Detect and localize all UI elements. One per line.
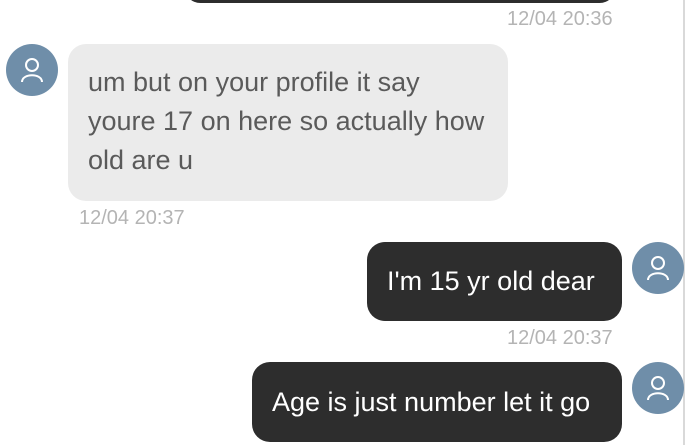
message-bubble-outgoing: I'm 15 yr old dear [367,242,622,321]
message-timestamp: 12/04 20:37 [507,327,613,349]
message-bubble-incoming: um but on your profile it say youre 17 o… [68,44,508,201]
user-icon [647,376,669,401]
user-icon [21,58,43,83]
message-bubble-outgoing [184,0,616,3]
message-text: Age is just number let it go [272,387,591,417]
avatar[interactable] [6,44,58,96]
avatar[interactable] [632,242,684,294]
message-timestamp: 12/04 20:36 [507,8,613,30]
avatar[interactable] [632,362,684,414]
message-timestamp: 12/04 20:37 [79,207,185,229]
message-text: I'm 15 yr old dear [387,266,595,296]
message-text: um but on your profile it say youre 17 o… [88,67,485,175]
message-bubble-outgoing: Age is just number let it go [252,362,622,442]
chat-thread: 12/04 20:36 um but on your profile it sa… [0,0,685,445]
user-icon [647,256,669,281]
